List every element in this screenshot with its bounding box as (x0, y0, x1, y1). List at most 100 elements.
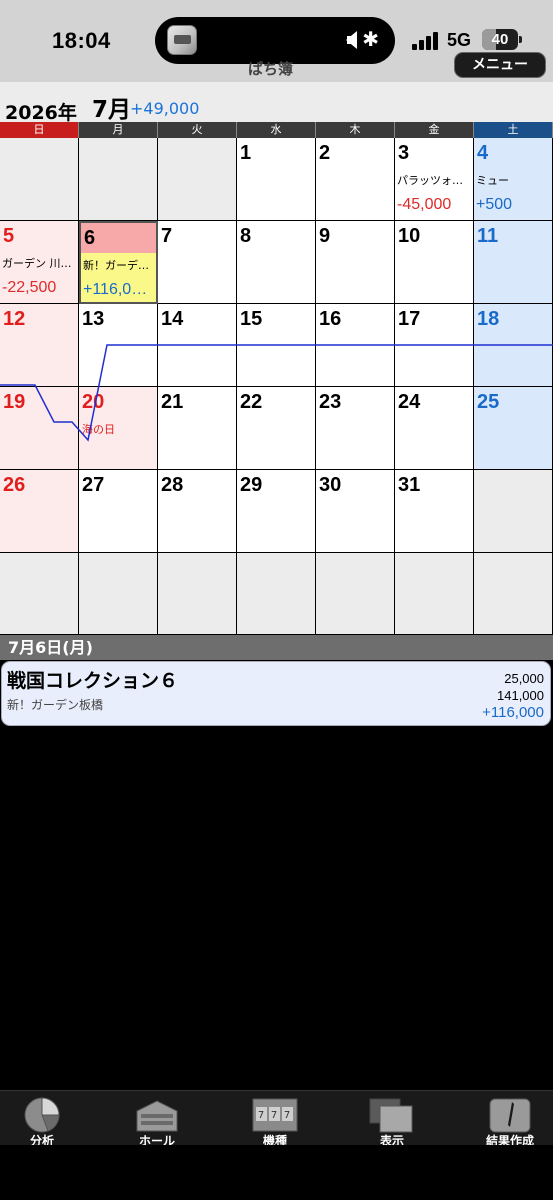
day-number: 10 (398, 225, 421, 247)
day-number: 18 (477, 308, 500, 330)
calendar-day-28[interactable]: 28 (158, 470, 237, 553)
slot-machine-icon: 7 7 7 (252, 1098, 298, 1132)
weekday-sun: 日 (0, 122, 79, 138)
pen-icon (489, 1098, 531, 1133)
entry-store: ミュー (476, 174, 509, 187)
calendar-day-25[interactable]: 25 (474, 387, 553, 470)
battery-icon: 40 (482, 29, 518, 50)
layers-icon (369, 1098, 413, 1133)
calendar-day-7[interactable]: 7 (158, 221, 237, 304)
calendar-day-20[interactable]: 20 海の日 (79, 387, 158, 470)
month-total: +49,000 (130, 99, 200, 118)
pie-chart-icon (24, 1097, 60, 1133)
calendar-day-12[interactable]: 12 (0, 304, 79, 387)
calendar-cell-empty (474, 553, 553, 635)
calendar-day-2[interactable]: 2 (316, 138, 395, 221)
day-number: 12 (3, 308, 26, 330)
calendar-day-4[interactable]: 4 ミュー +500 (474, 138, 553, 221)
calendar-day-23[interactable]: 23 (316, 387, 395, 470)
calendar-cell-empty (158, 138, 237, 221)
machine-name: 戦国コレクション６ (7, 670, 179, 692)
day-number: 3 (398, 142, 410, 164)
day-number: 17 (398, 308, 421, 330)
calendar-day-24[interactable]: 24 (395, 387, 474, 470)
calendar-day-30[interactable]: 30 (316, 470, 395, 553)
calendar-day-26[interactable]: 26 (0, 470, 79, 553)
calendar-day-3[interactable]: 3 パラッツォ… -45,000 (395, 138, 474, 221)
calendar-day-14[interactable]: 14 (158, 304, 237, 387)
home-indicator-area (0, 1145, 553, 1200)
day-number: 27 (82, 474, 105, 496)
calendar-day-10[interactable]: 10 (395, 221, 474, 304)
day-number: 20 (82, 391, 105, 413)
day-number: 30 (319, 474, 342, 496)
app-title: ぱち簿 (248, 60, 294, 78)
speaker-icon (346, 31, 357, 49)
calendar-day-8[interactable]: 8 (237, 221, 316, 304)
day-number: 8 (240, 225, 252, 247)
svg-text:7: 7 (258, 1110, 264, 1121)
network-type: 5G (447, 30, 472, 50)
calendar-grid: 1 2 3 パラッツォ… -45,000 4 ミュー +500 5 ガーデン 川… (0, 138, 553, 635)
calendar-day-31[interactable]: 31 (395, 470, 474, 553)
calendar-day-5[interactable]: 5 ガーデン 川… -22,500 (0, 221, 79, 304)
calendar-cell-empty (316, 553, 395, 635)
calendar-day-17[interactable]: 17 (395, 304, 474, 387)
tab-machine[interactable]: 7 7 7 機種 (235, 1097, 315, 1149)
svg-text:7: 7 (271, 1110, 277, 1121)
calendar-cell-empty (237, 553, 316, 635)
entry-balance: +500 (476, 196, 513, 213)
calendar-day-11[interactable]: 11 (474, 221, 553, 304)
calendar-cell-empty (158, 553, 237, 635)
calendar-cell-empty (0, 138, 79, 221)
status-bar: 18:04 ✱ 5G 40 ぱち簿 メニュー (0, 0, 553, 82)
day-number: 13 (82, 308, 105, 330)
day-number: 24 (398, 391, 421, 413)
day-number: 14 (161, 308, 184, 330)
recovery-amount: 141,000 (497, 688, 544, 703)
calendar-day-1[interactable]: 1 (237, 138, 316, 221)
calendar-cell-empty (395, 553, 474, 635)
tab-analysis[interactable]: 分析 (2, 1097, 82, 1149)
entry-store: パラッツォ… (397, 174, 463, 187)
day-number: 29 (240, 474, 263, 496)
day-number: 4 (477, 142, 489, 164)
month-header: 2026年 7月 +49,000 (0, 82, 553, 124)
entry-store: 新！ガーデ… (83, 259, 149, 272)
calendar-day-19[interactable]: 19 (0, 387, 79, 470)
tab-create-result[interactable]: 結果作成 (470, 1097, 550, 1149)
tab-display[interactable]: 表示 (352, 1097, 432, 1149)
status-time: 18:04 (52, 28, 111, 53)
entry-balance: -45,000 (397, 196, 452, 213)
tab-hall[interactable]: ホール (117, 1097, 197, 1149)
day-number: 1 (240, 142, 252, 164)
calendar-day-13[interactable]: 13 (79, 304, 158, 387)
calendar-day-16[interactable]: 16 (316, 304, 395, 387)
entry-store: ガーデン 川… (2, 257, 72, 270)
calendar-day-22[interactable]: 22 (237, 387, 316, 470)
entry-balance: +116,0… (83, 281, 148, 298)
dynamic-island[interactable]: ✱ (155, 17, 395, 64)
weekday-sat: 土 (474, 122, 553, 138)
entry-balance: -22,500 (2, 279, 57, 296)
day-number: 25 (477, 391, 500, 413)
investment-amount: 25,000 (504, 671, 544, 686)
day-number: 9 (319, 225, 331, 247)
day-number: 5 (3, 225, 15, 247)
calendar-day-18[interactable]: 18 (474, 304, 553, 387)
day-number: 21 (161, 391, 184, 413)
calendar-day-6-selected[interactable]: 6 新！ガーデ… +116,0… (79, 221, 158, 304)
calendar-day-15[interactable]: 15 (237, 304, 316, 387)
month-label[interactable]: 7月 (92, 90, 131, 124)
weekday-fri: 金 (395, 122, 474, 138)
calendar-day-9[interactable]: 9 (316, 221, 395, 304)
calendar-cell-empty (79, 553, 158, 635)
menu-button[interactable]: メニュー (454, 52, 546, 78)
record-card[interactable]: 戦国コレクション６ 新！ガーデン板橋 25,000 141,000 +116,0… (1, 661, 551, 726)
calendar-day-29[interactable]: 29 (237, 470, 316, 553)
weekday-mon: 月 (79, 122, 158, 138)
weekday-wed: 水 (237, 122, 316, 138)
calendar-day-21[interactable]: 21 (158, 387, 237, 470)
day-number: 2 (319, 142, 331, 164)
calendar-day-27[interactable]: 27 (79, 470, 158, 553)
